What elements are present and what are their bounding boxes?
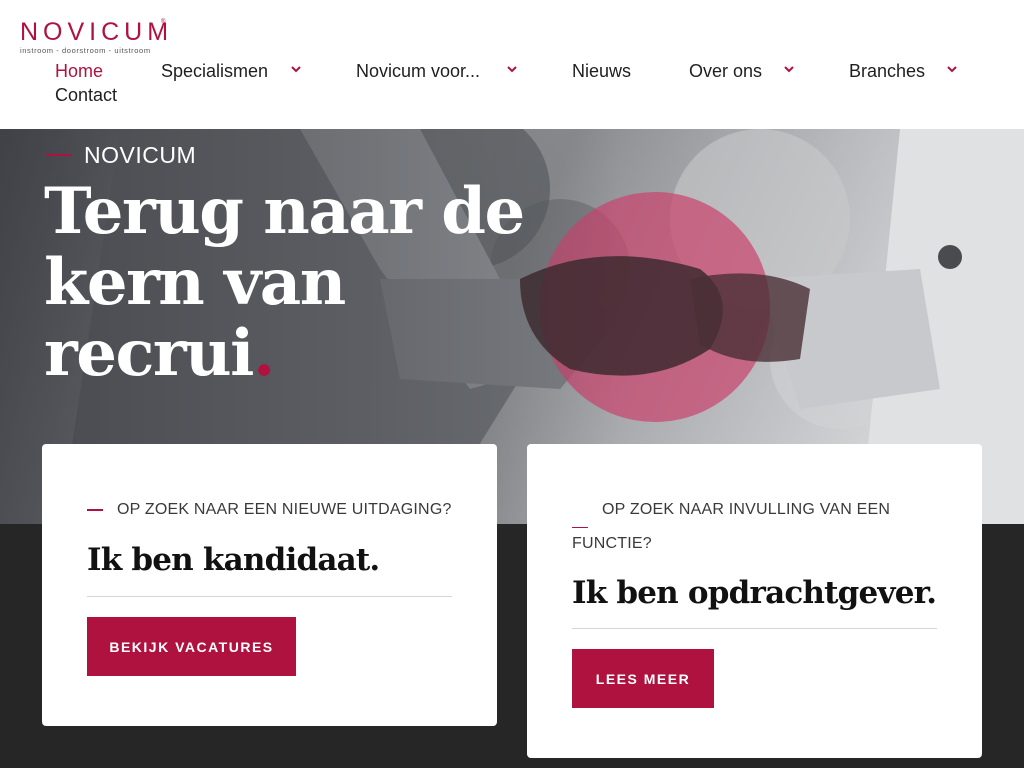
site-header: NOVICUM ® instroom - doorstroom - uitstr… (0, 0, 1024, 129)
candidate-card: OP ZOEK NAAR EEN NIEUWE UITDAGING? Ik be… (42, 444, 497, 726)
employer-card-eyebrow-text: OP ZOEK NAAR INVULLING VAN EEN FUNCTIE? (572, 501, 891, 552)
read-more-button[interactable]: LEES MEER (572, 649, 714, 708)
eyebrow-accent-line (87, 509, 103, 511)
employer-card-eyebrow: OP ZOEK NAAR INVULLING VAN EEN FUNCTIE? (572, 494, 902, 560)
nav-item-specialismen[interactable]: Specialismen (161, 59, 268, 83)
nav-item-contact[interactable]: Contact (55, 83, 117, 107)
logo-wordmark: NOVICUM (20, 18, 174, 46)
logo-tagline: instroom - doorstroom - uitstroom (20, 46, 151, 55)
nav-item-nieuws[interactable]: Nieuws (572, 59, 631, 83)
employer-card-title: Ik ben opdrachtgever. (572, 575, 937, 611)
hero-title: Terug naar de kern van recrui. (44, 176, 604, 389)
novicum-logo[interactable]: NOVICUM ® instroom - doorstroom - uitstr… (20, 18, 170, 55)
chevron-down-icon[interactable] (506, 64, 518, 74)
view-vacancies-button[interactable]: BEKIJK VACATURES (87, 617, 296, 676)
candidate-card-eyebrow: OP ZOEK NAAR EEN NIEUWE UITDAGING? (87, 494, 457, 526)
registered-mark: ® (161, 19, 166, 25)
hero-title-line-2: kern van (44, 245, 346, 320)
candidate-card-eyebrow-text: OP ZOEK NAAR EEN NIEUWE UITDAGING? (117, 501, 452, 518)
nav-item-novicum-voor[interactable]: Novicum voor... (356, 59, 480, 83)
nav-item-over-ons[interactable]: Over ons (689, 59, 762, 83)
hero-title-dot: . (252, 316, 275, 391)
hero-title-line-3: recrui (44, 316, 254, 391)
eyebrow-accent-line (46, 154, 72, 156)
chevron-down-icon[interactable] (946, 64, 958, 74)
nav-item-branches[interactable]: Branches (849, 59, 925, 83)
hero-title-line-1: Terug naar de (44, 174, 525, 249)
hero-eyebrow: NOVICUM (46, 142, 196, 168)
chevron-down-icon[interactable] (290, 64, 302, 74)
candidate-card-title: Ik ben kandidaat. (87, 542, 380, 578)
card-divider (572, 628, 937, 629)
card-divider (87, 596, 452, 597)
nav-item-home[interactable]: Home (55, 59, 103, 83)
hero-eyebrow-text: NOVICUM (84, 141, 197, 168)
chevron-down-icon[interactable] (783, 64, 795, 74)
employer-card: OP ZOEK NAAR INVULLING VAN EEN FUNCTIE? … (527, 444, 982, 758)
eyebrow-accent-line (572, 526, 588, 528)
